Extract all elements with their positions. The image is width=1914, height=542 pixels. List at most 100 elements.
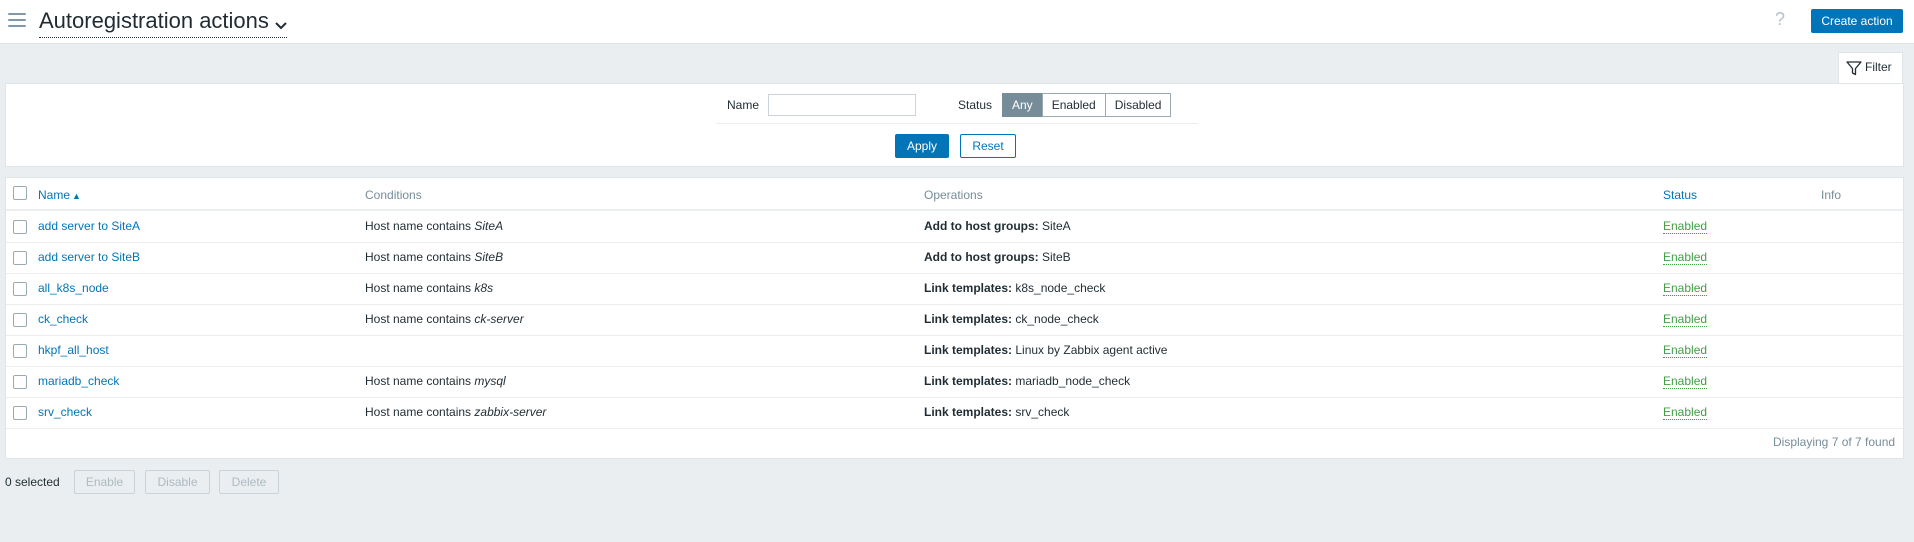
page-header: Autoregistration actions ? Create action — [0, 0, 1914, 44]
table-row: all_k8s_node Host name contains k8s Link… — [6, 273, 1903, 305]
page-title: Autoregistration actions — [39, 8, 269, 33]
operation-value: Linux by Zabbix agent active — [1012, 343, 1168, 357]
apply-button[interactable]: Apply — [895, 134, 949, 158]
select-all-checkbox[interactable] — [13, 186, 27, 200]
operation-value: k8s_node_check — [1012, 281, 1106, 295]
row-checkbox[interactable] — [13, 344, 27, 358]
condition-cell: Host name contains mysql — [365, 374, 506, 388]
table-row: mariadb_check Host name contains mysql L… — [6, 366, 1903, 398]
operation-value: SiteB — [1038, 250, 1071, 264]
column-header-operations: Operations — [924, 188, 983, 202]
action-name-link[interactable]: add server to SiteA — [38, 219, 140, 233]
condition-value: k8s — [474, 281, 494, 295]
name-filter-input[interactable] — [768, 94, 916, 116]
status-toggle[interactable]: Enabled — [1663, 343, 1708, 358]
chevron-down-icon — [275, 9, 287, 36]
help-icon[interactable]: ? — [1775, 9, 1785, 30]
condition-value: SiteB — [474, 250, 504, 264]
operation-label: Link templates: — [924, 405, 1013, 419]
operation-cell: Add to host groups: SiteA — [924, 219, 1071, 233]
row-checkbox[interactable] — [13, 375, 27, 389]
menu-icon[interactable] — [8, 13, 26, 27]
create-action-button[interactable]: Create action — [1811, 9, 1903, 33]
filter-tab-label: Filter — [1865, 60, 1892, 74]
selected-count: 0 selected — [5, 475, 60, 489]
action-name-link[interactable]: hkpf_all_host — [38, 343, 109, 357]
status-toggle[interactable]: Enabled — [1663, 250, 1708, 265]
divider — [716, 123, 1198, 124]
action-name-link[interactable]: mariadb_check — [38, 374, 119, 388]
column-header-name[interactable]: Name ▲ — [38, 188, 81, 202]
delete-button[interactable]: Delete — [219, 470, 279, 494]
column-header-name-label: Name — [38, 188, 71, 202]
action-name-link[interactable]: add server to SiteB — [38, 250, 140, 264]
condition-cell: Host name contains SiteB — [365, 250, 503, 264]
condition-cell: Host name contains SiteA — [365, 219, 503, 233]
operation-cell: Link templates: k8s_node_check — [924, 281, 1105, 295]
table-row: add server to SiteB Host name contains S… — [6, 242, 1903, 274]
operation-cell: Link templates: ck_node_check — [924, 312, 1099, 326]
operation-cell: Add to host groups: SiteB — [924, 250, 1071, 264]
status-toggle[interactable]: Enabled — [1663, 219, 1708, 234]
action-name-link[interactable]: ck_check — [38, 312, 88, 326]
operation-label: Add to host groups: — [924, 250, 1039, 264]
reset-button[interactable]: Reset — [960, 134, 1016, 158]
condition-value: ck-server — [474, 312, 524, 326]
condition-value: SiteA — [474, 219, 504, 233]
operation-label: Link templates: — [924, 281, 1013, 295]
filter-icon — [1846, 61, 1862, 76]
operation-label: Add to host groups: — [924, 219, 1039, 233]
enable-button[interactable]: Enable — [74, 470, 135, 494]
action-name-link[interactable]: srv_check — [38, 405, 92, 419]
operation-cell: Link templates: mariadb_node_check — [924, 374, 1130, 388]
status-toggle[interactable]: Enabled — [1663, 281, 1708, 296]
row-checkbox[interactable] — [13, 406, 27, 420]
operation-cell: Link templates: srv_check — [924, 405, 1069, 419]
status-toggle[interactable]: Enabled — [1663, 374, 1708, 389]
operation-label: Link templates: — [924, 312, 1013, 326]
row-checkbox[interactable] — [13, 251, 27, 265]
table-row: add server to SiteA Host name contains S… — [6, 211, 1903, 243]
operation-value: SiteA — [1038, 219, 1071, 233]
condition-prefix: Host name contains — [365, 374, 475, 388]
operation-value: ck_node_check — [1012, 312, 1099, 326]
condition-cell: Host name contains ck-server — [365, 312, 524, 326]
status-segmented-control: Any Enabled Disabled — [1002, 93, 1172, 117]
operation-label: Link templates: — [924, 343, 1013, 357]
column-header-info: Info — [1821, 188, 1842, 202]
actions-table: Name ▲ Conditions Operations Status Info … — [5, 177, 1904, 459]
condition-prefix: Host name contains — [365, 281, 475, 295]
condition-prefix: Host name contains — [365, 250, 475, 264]
operation-value: mariadb_node_check — [1012, 374, 1131, 388]
results-count: Displaying 7 of 7 found — [1773, 435, 1896, 449]
status-option-enabled[interactable]: Enabled — [1041, 93, 1106, 117]
disable-button[interactable]: Disable — [145, 470, 210, 494]
condition-prefix: Host name contains — [365, 312, 475, 326]
action-name-link[interactable]: all_k8s_node — [38, 281, 109, 295]
table-row: srv_check Host name contains zabbix-serv… — [6, 397, 1903, 429]
row-checkbox[interactable] — [13, 220, 27, 234]
operation-label: Link templates: — [924, 374, 1013, 388]
name-filter-label: Name — [727, 98, 760, 112]
status-toggle[interactable]: Enabled — [1663, 405, 1708, 420]
condition-prefix: Host name contains — [365, 405, 475, 419]
condition-value: mysql — [474, 374, 506, 388]
filter-panel: Name Status Any Enabled Disabled Apply R… — [5, 83, 1904, 167]
filter-tab[interactable]: Filter — [1838, 52, 1903, 84]
column-header-conditions: Conditions — [365, 188, 422, 202]
condition-cell: Host name contains zabbix-server — [365, 405, 546, 419]
condition-value: zabbix-server — [474, 405, 547, 419]
operation-cell: Link templates: Linux by Zabbix agent ac… — [924, 343, 1167, 357]
operation-value: srv_check — [1012, 405, 1070, 419]
table-row: ck_check Host name contains ck-server Li… — [6, 304, 1903, 336]
condition-prefix: Host name contains — [365, 219, 475, 233]
status-option-any[interactable]: Any — [1002, 93, 1043, 117]
status-filter-label: Status — [958, 98, 993, 112]
page-title-dropdown[interactable]: Autoregistration actions — [39, 7, 287, 38]
status-toggle[interactable]: Enabled — [1663, 312, 1708, 327]
sort-asc-icon: ▲ — [72, 191, 81, 201]
column-header-status[interactable]: Status — [1663, 188, 1697, 202]
row-checkbox[interactable] — [13, 313, 27, 327]
status-option-disabled[interactable]: Disabled — [1104, 93, 1172, 117]
row-checkbox[interactable] — [13, 282, 27, 296]
